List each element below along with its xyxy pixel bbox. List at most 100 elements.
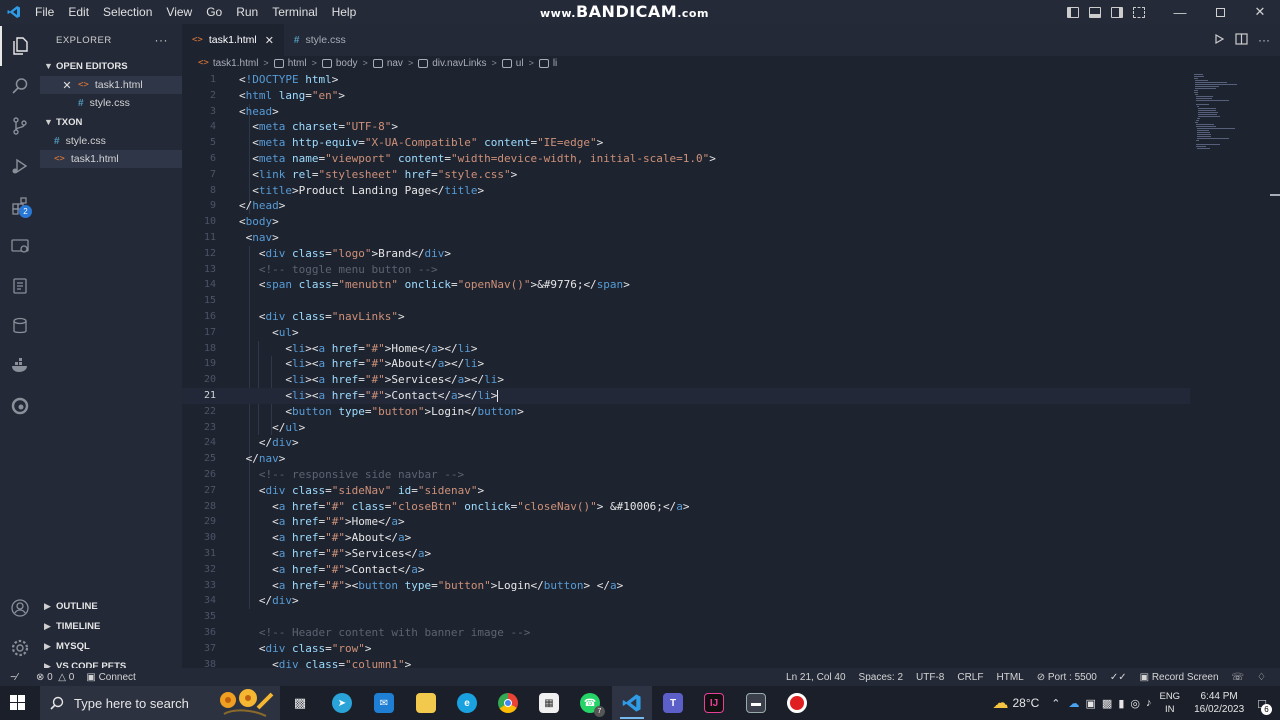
vscode-taskbar-icon[interactable] [622, 693, 642, 713]
breadcrumb-item[interactable]: li [553, 58, 557, 69]
mysql-section[interactable]: ▶ MYSQL [40, 636, 182, 656]
code-line[interactable]: 20 <li><a href="#">Services</a></li> [182, 372, 1190, 388]
code-line[interactable]: 16 <div class="navLinks"> [182, 309, 1190, 325]
minimap[interactable] [1190, 72, 1270, 668]
code-line[interactable]: 35 [182, 609, 1190, 625]
menu-selection[interactable]: Selection [96, 0, 159, 24]
code-line[interactable]: 6 <meta name="viewport" content="width=d… [182, 151, 1190, 167]
accounts-icon[interactable] [0, 588, 40, 628]
mysql-icon[interactable] [0, 266, 40, 306]
file-explorer-icon[interactable] [416, 693, 436, 713]
menu-view[interactable]: View [159, 0, 199, 24]
code-line[interactable]: 15 [182, 293, 1190, 309]
notifications-bell-icon[interactable]: ♢ [1257, 672, 1266, 683]
menu-run[interactable]: Run [229, 0, 265, 24]
remote-indicator-icon[interactable]: −∕ [0, 668, 28, 686]
menu-file[interactable]: File [28, 0, 61, 24]
settings-gear-icon[interactable] [0, 628, 40, 668]
code-line[interactable]: 27 <div class="sideNav" id="sidenav"> [182, 483, 1190, 499]
connect-button[interactable]: ▣ Connect [86, 672, 135, 683]
code-line[interactable]: 19 <li><a href="#">About</a></li> [182, 356, 1190, 372]
code-line[interactable]: 36 <!-- Header content with banner image… [182, 625, 1190, 641]
search-icon[interactable] [0, 66, 40, 106]
remote-explorer-icon[interactable] [0, 226, 40, 266]
code-line[interactable]: 14 <span class="menubtn" onclick="openNa… [182, 277, 1190, 293]
cursor-position[interactable]: Ln 21, Col 40 [786, 672, 846, 683]
customize-layout-icon[interactable] [1128, 0, 1150, 24]
explorer-more-icon[interactable]: ··· [155, 33, 169, 47]
code-line[interactable]: 11 <nav> [182, 230, 1190, 246]
minimize-icon[interactable]: — [1160, 0, 1200, 24]
language-mode[interactable]: HTML [996, 672, 1023, 683]
taskbar-search[interactable]: Type here to search [40, 686, 280, 720]
code-line[interactable]: 10 <body> [182, 214, 1190, 230]
menu-help[interactable]: Help [325, 0, 364, 24]
code-line[interactable]: 17 <ul> [182, 325, 1190, 341]
menu-terminal[interactable]: Terminal [265, 0, 324, 24]
scrollbar-thumb[interactable] [1270, 194, 1280, 196]
code-line[interactable]: 18 <li><a href="#">Home</a></li> [182, 341, 1190, 357]
code-line[interactable]: 28 <a href="#" class="closeBtn" onclick=… [182, 499, 1190, 515]
edge-devtools-icon[interactable] [0, 386, 40, 426]
clock[interactable]: 6:44 PM 16/02/2023 [1194, 690, 1244, 716]
timeline-section[interactable]: ▶ TIMELINE [40, 616, 182, 636]
code-line[interactable]: 3 <head> [182, 104, 1190, 120]
database-icon[interactable] [0, 306, 40, 346]
code-line[interactable]: 1 <!DOCTYPE html> [182, 72, 1190, 88]
teams-icon[interactable]: T [663, 693, 683, 713]
source-control-icon[interactable] [0, 106, 40, 146]
explorer-icon[interactable] [0, 26, 40, 66]
network-icon[interactable]: ◎ [1130, 697, 1140, 710]
code-line[interactable]: 32 <a href="#">Contact</a> [182, 562, 1190, 578]
weather-icon[interactable]: ☁ [992, 693, 1008, 713]
code-line[interactable]: 25 </nav> [182, 451, 1190, 467]
code-line[interactable]: 12 <div class="logo">Brand</div> [182, 246, 1190, 262]
code-line[interactable]: 5 <meta http-equiv="X-UA-Compatible" con… [182, 135, 1190, 151]
toggle-primary-sidebar-icon[interactable] [1062, 0, 1084, 24]
mail-icon[interactable]: ✉ [374, 693, 394, 713]
indentation[interactable]: Spaces: 2 [859, 672, 903, 683]
code-line[interactable]: 21 <li><a href="#">Contact</a></li> [182, 388, 1190, 404]
breadcrumb-item[interactable]: ul [516, 58, 524, 69]
toggle-secondary-sidebar-icon[interactable] [1106, 0, 1128, 24]
notification-center-icon[interactable]: □ 6 [1258, 696, 1272, 715]
code-line[interactable]: 23 </ul> [182, 420, 1190, 436]
edge-icon[interactable]: e [457, 693, 477, 713]
problems-indicator[interactable]: ⊗ 0 △ 0 [36, 672, 74, 683]
close-window-icon[interactable]: ✕ [1240, 0, 1280, 24]
open-editor-task1-html[interactable]: ✕ <> task1.html [40, 76, 182, 94]
tray-app-icon-2[interactable]: ▩ [1102, 697, 1112, 710]
microsoft-store-icon[interactable]: ▦ [539, 693, 559, 713]
bandicam-record-icon[interactable] [787, 693, 807, 713]
breadcrumb-item[interactable]: body [336, 58, 358, 69]
breadcrumb-item[interactable]: nav [387, 58, 403, 69]
temperature[interactable]: 28°C [1012, 696, 1039, 710]
outline-section[interactable]: ▶ OUTLINE [40, 596, 182, 616]
maximize-icon[interactable] [1200, 0, 1240, 24]
jetbrains-icon[interactable]: IJ [704, 693, 724, 713]
code-editor[interactable]: 1 <!DOCTYPE html> 2 <html lang="en"> 3 <head>… [182, 72, 1190, 668]
run-icon[interactable] [1213, 33, 1225, 48]
toggle-panel-icon[interactable] [1084, 0, 1106, 24]
docker-icon[interactable] [0, 346, 40, 386]
onedrive-icon[interactable]: ☁ [1069, 697, 1080, 710]
code-line[interactable]: 9 </head> [182, 198, 1190, 214]
code-line[interactable]: 34 </div> [182, 593, 1190, 609]
telegram-icon[interactable]: ➤ [332, 693, 352, 713]
tab-style-css[interactable]: # style.css [284, 24, 356, 56]
more-actions-icon[interactable]: ··· [1258, 33, 1270, 47]
media-app-icon[interactable]: ▬ [746, 693, 766, 713]
close-icon[interactable]: ✕ [60, 79, 74, 92]
code-line[interactable]: 30 <a href="#">About</a> [182, 530, 1190, 546]
chevron-up-icon[interactable]: ⌃ [1051, 697, 1060, 710]
live-server-port[interactable]: ⊘ Port : 5500 [1037, 672, 1097, 683]
end-of-line[interactable]: CRLF [957, 672, 983, 683]
breadcrumb-item[interactable]: task1.html [213, 58, 259, 69]
code-line[interactable]: 8 <title>Product Landing Page</title> [182, 183, 1190, 199]
prettier-icon[interactable]: ✓✓ [1110, 672, 1127, 683]
volume-icon[interactable]: ♪ [1146, 697, 1152, 709]
file-task1-html[interactable]: <> task1.html [40, 150, 182, 168]
menu-edit[interactable]: Edit [61, 0, 96, 24]
breadcrumb-item[interactable]: html [288, 58, 307, 69]
tab-task1-html[interactable]: <> task1.html ✕ [182, 24, 284, 56]
